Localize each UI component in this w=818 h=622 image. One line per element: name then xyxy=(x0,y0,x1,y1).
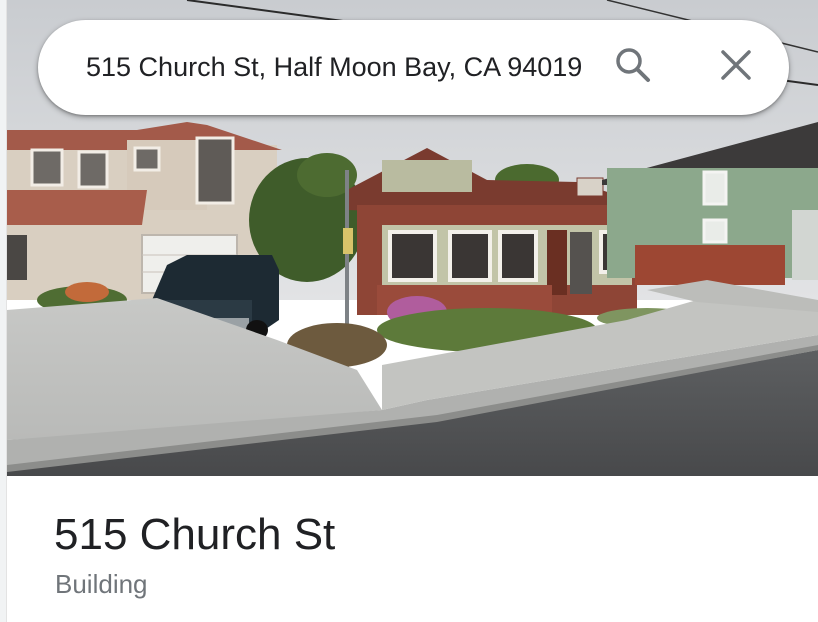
search-icon xyxy=(613,45,653,90)
search-box xyxy=(38,20,789,115)
close-icon xyxy=(718,47,754,88)
search-input[interactable] xyxy=(86,44,581,90)
place-category: Building xyxy=(55,569,148,599)
panel-edge xyxy=(0,0,7,622)
place-title: 515 Church St xyxy=(54,510,336,559)
search-button[interactable] xyxy=(610,44,656,90)
place-panel: 515 Church St Building xyxy=(0,0,818,622)
clear-search-button[interactable] xyxy=(713,44,759,90)
